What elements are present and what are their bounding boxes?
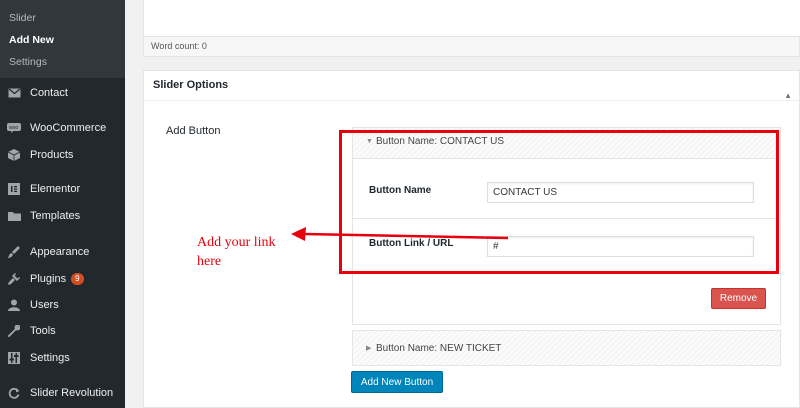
sidebar-item-users[interactable]: Users bbox=[0, 294, 125, 316]
sidebar-item-templates[interactable]: Templates bbox=[0, 205, 125, 227]
post-editor-area[interactable] bbox=[143, 0, 800, 36]
sidebar-item-woocommerce[interactable]: woo WooCommerce bbox=[0, 117, 125, 139]
slider-submenu: Slider Add New Settings bbox=[0, 0, 125, 78]
sidebar-item-appearance[interactable]: Appearance bbox=[0, 241, 125, 263]
word-count: Word count: 0 bbox=[143, 36, 800, 57]
annotation-line-1: Add your link bbox=[197, 235, 276, 250]
user-icon bbox=[7, 299, 21, 311]
sidebar-item-label: Templates bbox=[30, 210, 81, 222]
button-repeater-item-collapsed[interactable]: ▶ Button Name: NEW TICKET bbox=[352, 330, 781, 366]
box-icon bbox=[7, 149, 21, 161]
sidebar-item-label: Users bbox=[30, 299, 59, 311]
sidebar-item-label: Plugins bbox=[30, 273, 67, 285]
mail-icon bbox=[7, 87, 21, 99]
sidebar-item-plugins[interactable]: Plugins 9 bbox=[0, 268, 125, 290]
sidebar-item-label: Tools bbox=[30, 325, 56, 337]
sidebar-item-contact[interactable]: Contact bbox=[0, 82, 125, 104]
add-button-label: Add Button bbox=[166, 125, 221, 137]
metabox-title[interactable]: Slider Options ▲ bbox=[144, 71, 799, 101]
annotation-line-2: here bbox=[197, 254, 222, 269]
sidebar-item-label: Contact bbox=[30, 87, 68, 99]
svg-text:woo: woo bbox=[9, 125, 18, 131]
plug-icon bbox=[7, 273, 21, 285]
sidebar-item-elementor[interactable]: Elementor bbox=[0, 178, 125, 200]
submenu-settings[interactable]: Settings bbox=[9, 56, 47, 68]
sidebar-item-slider-revolution[interactable]: Slider Revolution bbox=[0, 382, 125, 404]
wrench-icon bbox=[7, 325, 21, 337]
sidebar-item-label: Elementor bbox=[30, 183, 81, 195]
sidebar-item-products[interactable]: Products bbox=[0, 144, 125, 166]
expand-triangle-icon[interactable]: ▶ bbox=[366, 344, 371, 352]
add-new-button[interactable]: Add New Button bbox=[351, 371, 443, 393]
brush-icon bbox=[7, 246, 21, 258]
sidebar-item-label: Products bbox=[30, 149, 74, 161]
folder-icon bbox=[7, 210, 21, 222]
annotation-highlight-box bbox=[339, 130, 779, 274]
metabox-title-text: Slider Options bbox=[153, 79, 229, 91]
sidebar-item-tools[interactable]: Tools bbox=[0, 320, 125, 342]
plugins-update-badge: 9 bbox=[71, 273, 84, 285]
sidebar-item-label: Appearance bbox=[30, 246, 90, 258]
sidebar-item-label: WooCommerce bbox=[30, 122, 107, 134]
woocommerce-icon: woo bbox=[7, 122, 21, 134]
submenu-add-new[interactable]: Add New bbox=[9, 34, 54, 46]
repeater-item-title: Button Name: NEW TICKET bbox=[376, 343, 502, 354]
sidebar-item-label: Settings bbox=[30, 352, 70, 364]
refresh-icon bbox=[7, 387, 21, 399]
annotation-text: Add your link here bbox=[197, 233, 297, 271]
elementor-icon bbox=[7, 183, 21, 195]
sidebar-item-settings[interactable]: Settings bbox=[0, 347, 125, 369]
submenu-slider[interactable]: Slider bbox=[9, 12, 36, 24]
sidebar-item-label: Slider Revolution bbox=[30, 387, 114, 399]
admin-sidebar: Slider Add New Settings Contact woo WooC… bbox=[0, 0, 125, 408]
collapse-arrow-icon[interactable]: ▲ bbox=[784, 81, 792, 110]
remove-button[interactable]: Remove bbox=[711, 288, 766, 309]
settings-icon bbox=[7, 352, 21, 364]
